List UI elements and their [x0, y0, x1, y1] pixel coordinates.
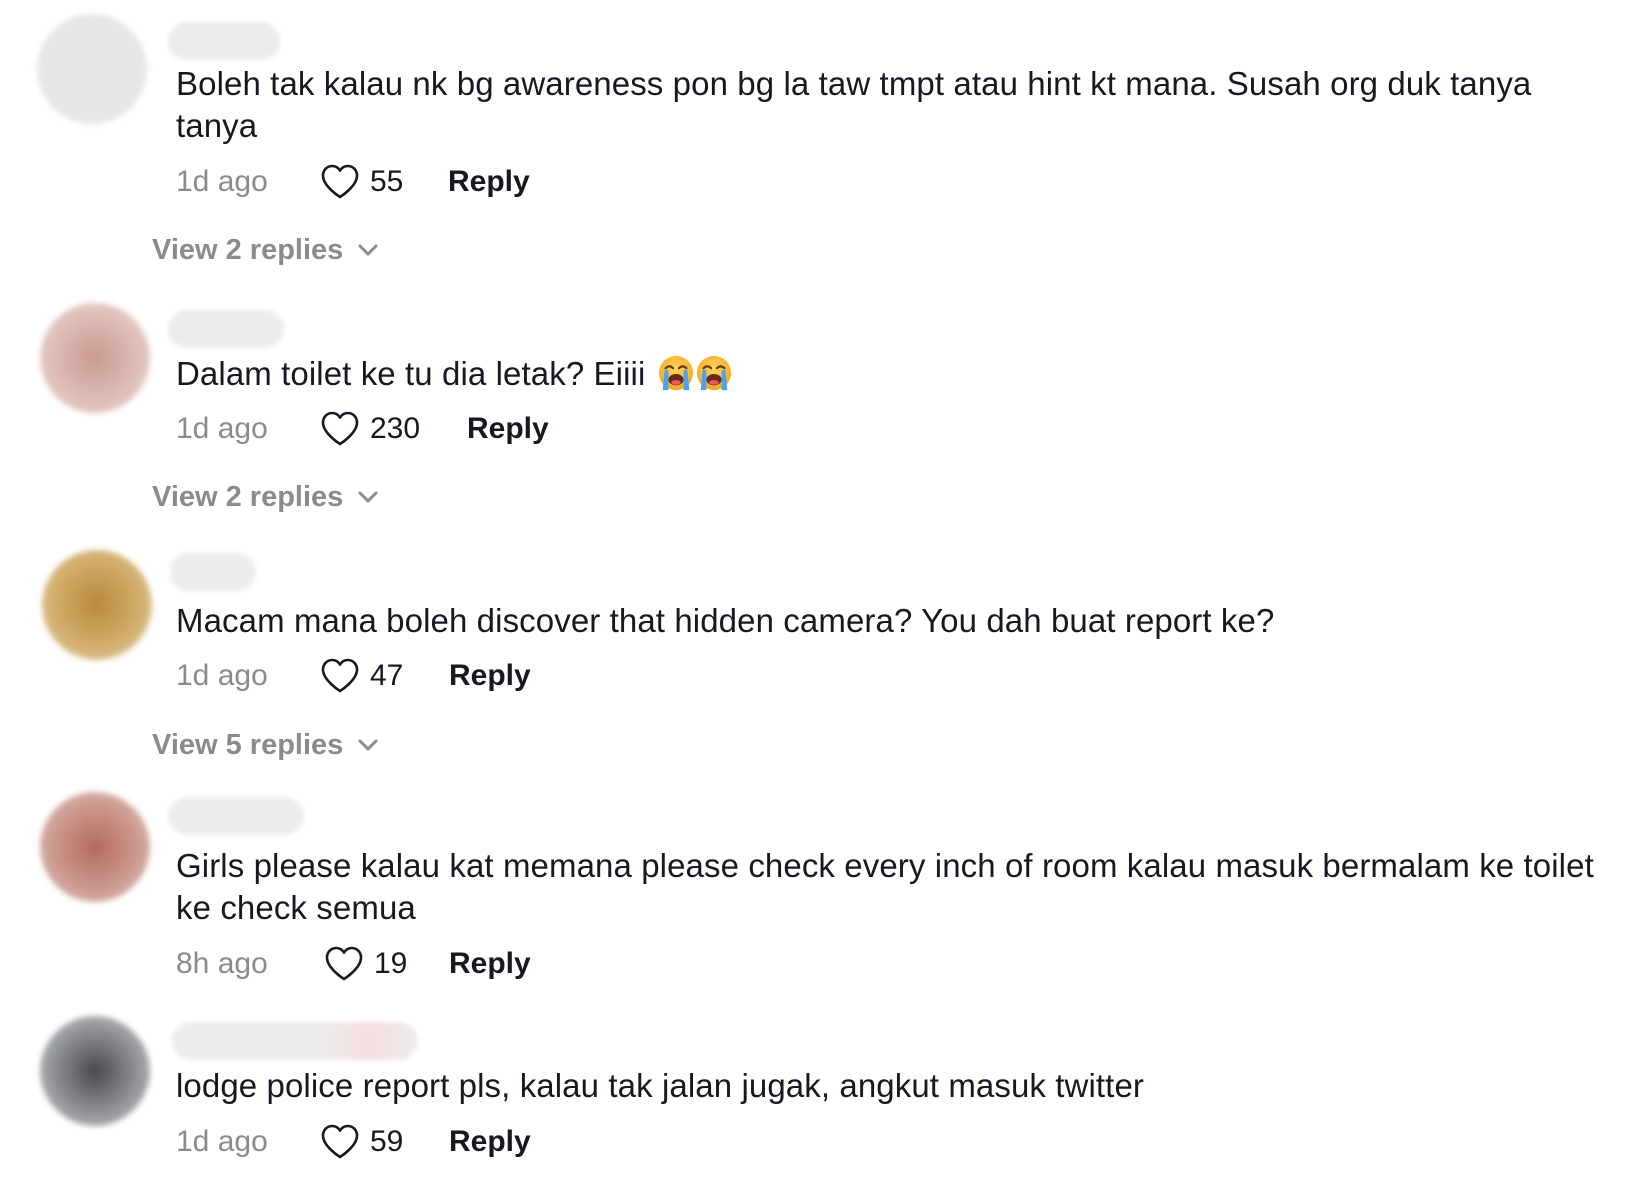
comment-timestamp: 8h ago — [176, 947, 268, 980]
like-count: 59 — [370, 1125, 404, 1158]
reply-button[interactable]: Reply — [467, 409, 549, 449]
avatar[interactable] — [42, 550, 152, 660]
heart-outline-icon[interactable] — [320, 1123, 360, 1161]
view-replies-button[interactable]: View 5 replies — [152, 725, 379, 765]
username-blurred[interactable] — [168, 797, 304, 835]
like-button[interactable]: 47 — [320, 656, 403, 696]
view-replies-label: View 2 replies — [152, 234, 344, 266]
comment-meta: 8h ago 19 Reply — [176, 944, 876, 984]
like-button[interactable]: 55 — [320, 162, 403, 202]
username-blurred[interactable] — [168, 310, 284, 348]
comment-timestamp: 1d ago — [176, 1125, 268, 1158]
username-blurred[interactable] — [170, 553, 256, 591]
comment-text: Boleh tak kalau nk bg awareness pon bg l… — [176, 65, 1532, 144]
comment-text: Girls please kalau kat memana please che… — [176, 847, 1594, 926]
like-count: 47 — [370, 659, 404, 692]
reply-button[interactable]: Reply — [449, 944, 531, 984]
heart-outline-icon[interactable] — [320, 163, 360, 201]
heart-outline-icon[interactable] — [320, 657, 360, 695]
view-replies-button[interactable]: View 2 replies — [152, 230, 379, 270]
avatar[interactable] — [40, 303, 150, 413]
chevron-down-icon — [357, 490, 379, 504]
view-replies-label: View 2 replies — [152, 481, 344, 513]
comment-meta: 1d ago 55 Reply — [176, 162, 876, 202]
username-blurred[interactable] — [172, 1022, 418, 1060]
avatar[interactable] — [37, 14, 147, 124]
comment-text-content: Dalam toilet ke tu dia letak? Eiiii — [176, 355, 646, 392]
chevron-down-icon — [357, 738, 379, 752]
like-count: 230 — [370, 412, 421, 445]
heart-outline-icon[interactable] — [324, 945, 364, 983]
comment-text: lodge police report pls, kalau tak jalan… — [176, 1067, 1144, 1104]
reply-button[interactable]: Reply — [449, 656, 531, 696]
loudly-crying-face-emoji — [657, 354, 695, 392]
like-button[interactable]: 19 — [324, 944, 407, 984]
comment-timestamp: 1d ago — [176, 412, 268, 445]
like-button[interactable]: 59 — [320, 1122, 403, 1162]
like-count: 55 — [370, 165, 404, 198]
view-replies-label: View 5 replies — [152, 729, 344, 761]
avatar[interactable] — [40, 792, 150, 902]
comment-timestamp: 1d ago — [176, 659, 268, 692]
comment-meta: 1d ago 59 Reply — [176, 1122, 876, 1162]
username-blurred[interactable] — [168, 22, 280, 60]
like-count: 19 — [374, 947, 408, 980]
avatar[interactable] — [40, 1016, 150, 1126]
comment-timestamp: 1d ago — [176, 165, 268, 198]
comment-text: Dalam toilet ke tu dia letak? Eiiii — [176, 353, 1606, 395]
reply-button[interactable]: Reply — [449, 1122, 531, 1162]
chevron-down-icon — [357, 243, 379, 257]
like-button[interactable]: 230 — [320, 409, 420, 449]
comment-text: Macam mana boleh discover that hidden ca… — [176, 602, 1275, 639]
loudly-crying-face-emoji — [695, 354, 733, 392]
comment-meta: 1d ago 230 Reply — [176, 409, 876, 449]
view-replies-button[interactable]: View 2 replies — [152, 477, 379, 517]
comment-meta: 1d ago 47 Reply — [176, 656, 876, 696]
reply-button[interactable]: Reply — [448, 162, 530, 202]
heart-outline-icon[interactable] — [320, 410, 360, 448]
